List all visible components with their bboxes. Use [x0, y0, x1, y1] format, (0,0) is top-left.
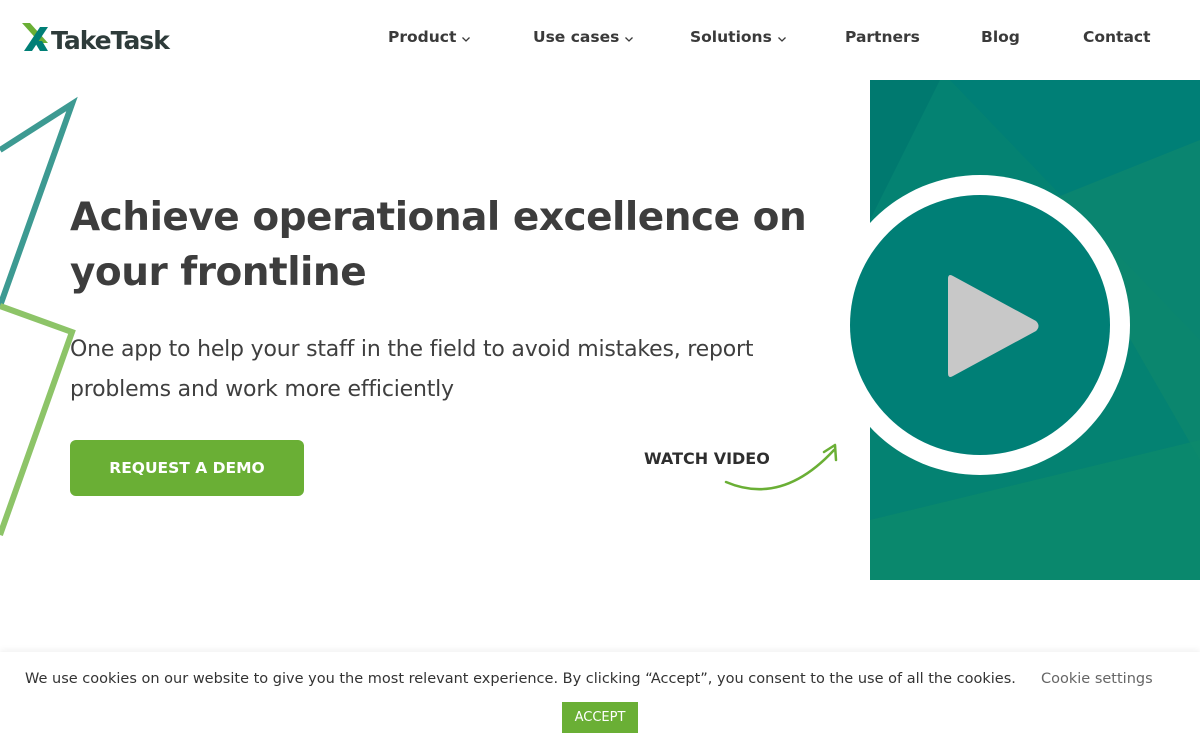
- chevron-down-icon: [462, 36, 471, 42]
- hero-title: Achieve operational excellence on your f…: [70, 195, 807, 295]
- nav-item-use-cases[interactable]: Use cases: [533, 28, 634, 46]
- hero-subtitle: One app to help your staff in the field …: [70, 337, 754, 402]
- nav-item-label: Partners: [845, 28, 920, 46]
- cookie-message: We use cookies on our website to give yo…: [25, 671, 1016, 687]
- nav-item-label: Product: [388, 28, 457, 46]
- request-demo-button[interactable]: REQUEST A DEMO: [70, 440, 304, 496]
- nav-item-label: Contact: [1083, 28, 1151, 46]
- nav-item-label: Use cases: [533, 28, 620, 46]
- nav-item-blog[interactable]: Blog: [981, 28, 1020, 46]
- nav-item-partners[interactable]: Partners: [845, 28, 920, 46]
- nav-item-product[interactable]: Product: [388, 28, 471, 46]
- accept-cookies-button[interactable]: ACCEPT: [562, 702, 638, 733]
- play-button-inner: [850, 195, 1110, 455]
- main-nav: Product Use cases Solutions Partners Blo…: [0, 28, 1200, 52]
- nav-item-label: Blog: [981, 28, 1020, 46]
- cookie-consent-bar: We use cookies on our website to give yo…: [0, 652, 1200, 750]
- curved-arrow-icon: [724, 443, 838, 491]
- play-icon: [948, 275, 1039, 377]
- chevron-down-icon: [625, 36, 634, 42]
- nav-item-solutions[interactable]: Solutions: [690, 28, 787, 46]
- chevron-down-icon: [777, 36, 786, 42]
- cookie-settings-link[interactable]: Cookie settings: [1041, 671, 1153, 687]
- site-header: TakeTask Product Use cases Solutions Par…: [0, 0, 1200, 80]
- play-video-button[interactable]: [830, 175, 1130, 475]
- nav-item-contact[interactable]: Contact: [1083, 28, 1151, 46]
- nav-item-label: Solutions: [690, 28, 772, 46]
